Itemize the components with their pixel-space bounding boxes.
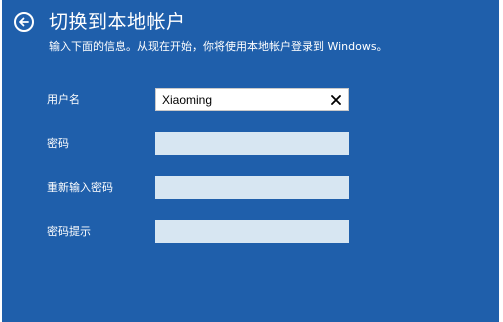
username-label: 用户名 <box>47 93 80 106</box>
password-hint-field[interactable] <box>155 220 349 243</box>
back-button[interactable] <box>14 12 34 32</box>
password-label: 密码 <box>47 137 69 150</box>
confirm-password-field[interactable] <box>155 176 349 199</box>
page-subtitle: 输入下面的信息。从现在开始，你将使用本地帐户登录到 Windows。 <box>49 40 388 53</box>
password-hint-label: 密码提示 <box>47 225 91 238</box>
confirm-password-label: 重新输入密码 <box>47 181 113 194</box>
page-title: 切换到本地帐户 <box>49 11 186 33</box>
close-icon <box>331 94 341 105</box>
dialog-panel: 切换到本地帐户 输入下面的信息。从现在开始，你将使用本地帐户登录到 Window… <box>2 0 499 322</box>
arrow-left-icon <box>19 17 29 27</box>
password-field[interactable] <box>155 132 349 155</box>
clear-username-button[interactable] <box>327 91 345 108</box>
username-field[interactable] <box>155 88 349 111</box>
